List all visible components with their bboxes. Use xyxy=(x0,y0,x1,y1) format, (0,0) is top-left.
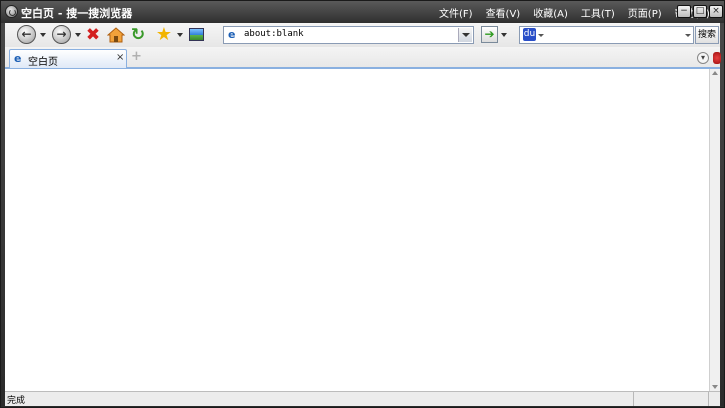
window-controls: − □ × xyxy=(677,5,723,18)
tab-close-icon[interactable]: × xyxy=(116,52,124,63)
status-bar: 完成 xyxy=(5,391,720,406)
status-text: 完成 xyxy=(7,396,26,406)
search-input[interactable]: du xyxy=(519,26,694,44)
forward-button[interactable]: → xyxy=(52,25,71,44)
page-content-area[interactable] xyxy=(5,69,709,391)
favorites-star-icon[interactable]: ★ xyxy=(155,26,173,44)
go-dropdown-icon[interactable] xyxy=(501,33,507,37)
back-button[interactable]: ← xyxy=(17,25,36,44)
vertical-scrollbar[interactable] xyxy=(709,69,720,391)
menu-page[interactable]: 页面(P) xyxy=(628,5,662,21)
picture-icon[interactable] xyxy=(189,28,204,41)
search-button[interactable]: 搜索 xyxy=(695,26,719,44)
tab-label: 空白页 xyxy=(28,57,58,68)
browser-logo-icon xyxy=(5,5,18,18)
address-dropdown-icon[interactable] xyxy=(458,28,472,42)
menu-file[interactable]: 文件(F) xyxy=(439,5,473,21)
browser-window: 空白页 - 搜一搜浏览器 文件(F) 查看(V) 收藏(A) 工具(T) 页面(… xyxy=(0,0,725,408)
search-engine-dropdown-icon[interactable] xyxy=(538,34,544,37)
window-title: 空白页 - 搜一搜浏览器 xyxy=(21,7,133,20)
back-history-dropdown-icon[interactable] xyxy=(40,33,46,37)
tab-strip: e 空白页 × + ▾ xyxy=(5,47,721,69)
refresh-icon[interactable]: ↻ xyxy=(129,26,147,44)
address-url[interactable]: about:blank xyxy=(244,29,304,39)
maximize-button[interactable]: □ xyxy=(693,5,707,18)
navigation-toolbar: ← → ✖ ↻ ★ e about:blank ➔ du 搜索 xyxy=(5,23,720,47)
status-divider xyxy=(633,392,634,406)
tab-page-icon: e xyxy=(14,52,22,65)
tab-extension-icon[interactable] xyxy=(713,52,721,64)
search-engine-icon[interactable]: du xyxy=(523,28,536,41)
title-bar[interactable]: 空白页 - 搜一搜浏览器 文件(F) 查看(V) 收藏(A) 工具(T) 页面(… xyxy=(1,1,724,23)
home-house-icon xyxy=(106,27,126,43)
stop-icon[interactable]: ✖ xyxy=(84,26,102,44)
address-bar[interactable]: e about:blank xyxy=(223,26,474,44)
scroll-up-arrow-icon[interactable] xyxy=(712,71,718,75)
scroll-down-arrow-icon[interactable] xyxy=(712,385,718,389)
status-divider-right xyxy=(708,392,709,406)
menu-favorites[interactable]: 收藏(A) xyxy=(533,5,568,21)
tab-list-menu-icon[interactable]: ▾ xyxy=(697,52,709,64)
page-ie-icon: e xyxy=(228,28,236,41)
minimize-button[interactable]: − xyxy=(677,5,691,18)
forward-arrow-icon: → xyxy=(56,27,67,41)
search-history-dropdown-icon[interactable] xyxy=(685,34,691,37)
close-button[interactable]: × xyxy=(709,5,723,18)
back-arrow-icon: ← xyxy=(21,27,32,41)
tab-blank-page[interactable]: e 空白页 × xyxy=(9,49,127,68)
favorites-dropdown-icon[interactable] xyxy=(177,33,183,37)
menu-tools[interactable]: 工具(T) xyxy=(581,5,615,21)
forward-history-dropdown-icon[interactable] xyxy=(75,33,81,37)
home-icon[interactable] xyxy=(106,26,126,44)
menu-view[interactable]: 查看(V) xyxy=(486,5,521,21)
go-button[interactable]: ➔ xyxy=(481,26,498,43)
new-tab-plus-icon[interactable]: + xyxy=(131,50,142,63)
